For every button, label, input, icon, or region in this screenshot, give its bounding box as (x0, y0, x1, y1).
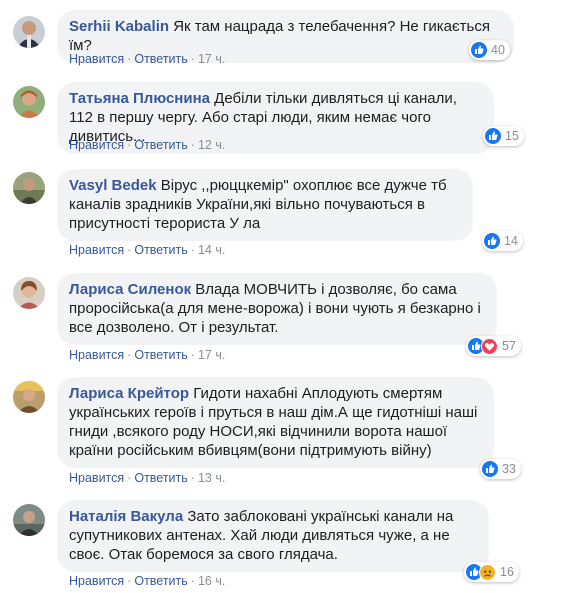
avatar[interactable] (13, 16, 45, 48)
separator: · (190, 574, 195, 588)
avatar[interactable] (13, 504, 45, 536)
reply-link[interactable]: Ответить (134, 243, 187, 257)
reaction-summary[interactable]: 40 (469, 40, 510, 60)
reaction-summary[interactable]: 57 (466, 336, 521, 356)
reaction-count: 15 (505, 129, 519, 143)
separator: · (127, 574, 132, 588)
comment-actions: Нравится · Ответить · 12 ч. (69, 138, 225, 152)
comment-author[interactable]: Лариса Силенок (69, 281, 191, 298)
comment-timestamp[interactable]: 12 ч. (198, 138, 225, 152)
separator: · (127, 243, 132, 257)
reaction-count: 14 (504, 234, 518, 248)
reaction-count: 57 (502, 339, 516, 353)
like-icon (482, 461, 498, 477)
comment-timestamp[interactable]: 17 ч. (198, 52, 225, 66)
comment-author[interactable]: Лариса Крейтор (69, 385, 189, 402)
reply-link[interactable]: Ответить (134, 348, 187, 362)
reaction-summary[interactable]: 16 (464, 562, 519, 582)
reaction-count: 16 (500, 565, 514, 579)
like-link[interactable]: Нравится (69, 52, 124, 66)
comment-actions: Нравится · Ответить · 13 ч. (69, 471, 225, 485)
separator: · (127, 138, 132, 152)
like-icon (485, 128, 501, 144)
reaction-count: 40 (491, 43, 505, 57)
separator: · (127, 348, 132, 362)
comment-bubble: Vasyl Bedek Вірус ,,рюццкемір" охоплює в… (57, 169, 473, 241)
comment-bubble: Лариса Крейтор Гидоти нахабні Аплодують … (57, 377, 494, 468)
reaction-summary[interactable]: 15 (483, 126, 524, 146)
reaction-summary[interactable]: 14 (482, 231, 523, 251)
like-icon (471, 42, 487, 58)
like-icon (484, 233, 500, 249)
avatar[interactable] (13, 172, 45, 204)
avatar[interactable] (13, 277, 45, 309)
avatar[interactable] (13, 381, 45, 413)
comment-actions: Нравится · Ответить · 14 ч. (69, 243, 225, 257)
like-link[interactable]: Нравится (69, 471, 124, 485)
comment-actions: Нравится · Ответить · 17 ч. (69, 52, 225, 66)
reply-link[interactable]: Ответить (134, 574, 187, 588)
comment-timestamp[interactable]: 14 ч. (198, 243, 225, 257)
comment-timestamp[interactable]: 13 ч. (198, 471, 225, 485)
sad-icon (479, 563, 496, 581)
reply-link[interactable]: Ответить (134, 138, 187, 152)
comment-timestamp[interactable]: 17 ч. (198, 348, 225, 362)
reply-link[interactable]: Ответить (134, 52, 187, 66)
like-link[interactable]: Нравится (69, 138, 124, 152)
reply-link[interactable]: Ответить (134, 471, 187, 485)
avatar[interactable] (13, 86, 45, 118)
separator: · (190, 52, 195, 66)
separator: · (190, 348, 195, 362)
comment-actions: Нравится · Ответить · 17 ч. (69, 348, 225, 362)
like-link[interactable]: Нравится (69, 574, 124, 588)
separator: · (190, 471, 195, 485)
comment-author[interactable]: Serhii Kabalin (69, 18, 169, 35)
comment-bubble: Наталія Вакула Зато заблоковані українсь… (57, 500, 489, 572)
comment-author[interactable]: Татьяна Плюснина (69, 90, 210, 107)
comment-bubble: Лариса Силенок Влада МОВЧИТЬ і дозволяє,… (57, 273, 497, 345)
like-link[interactable]: Нравится (69, 243, 124, 257)
reaction-summary[interactable]: 33 (480, 459, 521, 479)
comment-author[interactable]: Наталія Вакула (69, 508, 183, 525)
separator: · (127, 471, 132, 485)
like-link[interactable]: Нравится (69, 348, 124, 362)
comment-timestamp[interactable]: 16 ч. (198, 574, 225, 588)
separator: · (190, 138, 195, 152)
separator: · (127, 52, 132, 66)
separator: · (190, 243, 195, 257)
comment-author[interactable]: Vasyl Bedek (69, 177, 157, 194)
comment-actions: Нравится · Ответить · 16 ч. (69, 574, 225, 588)
love-icon (481, 337, 498, 355)
reaction-count: 33 (502, 462, 516, 476)
